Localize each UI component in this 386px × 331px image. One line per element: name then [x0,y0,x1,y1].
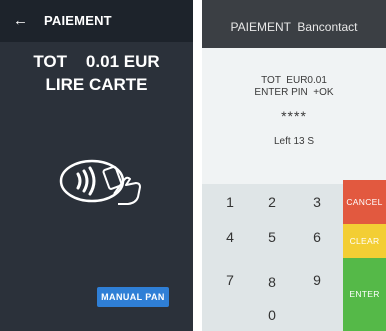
pin-total-amount: TOT EUR0.01 [261,75,327,86]
key-1[interactable]: 1 [210,190,250,214]
contactless-icon [59,159,141,205]
key-6[interactable]: 6 [297,225,337,249]
key-7[interactable]: 7 [210,268,250,292]
key-2[interactable]: 2 [252,190,292,214]
app-bar: ← PAIEMENT [0,0,193,42]
wave-3 [88,166,96,196]
manual-pan-button[interactable]: MANUAL PAN [97,287,169,307]
wave-2 [82,169,89,193]
pin-prompt: ENTER PIN +OK [254,87,334,98]
total-amount: TOT 0.01 EUR [33,52,160,71]
pin-entry-screen-right: PAIEMENT Bancontact TOT EUR0.01 ENTER PI… [202,0,386,331]
back-arrow-icon[interactable]: ← [13,11,28,31]
key-9[interactable]: 9 [297,268,337,292]
clear-button[interactable]: CLEAR [343,224,386,258]
cancel-button[interactable]: CANCEL [343,180,386,224]
enter-button[interactable]: ENTER [343,258,386,331]
time-left-indicator: Left 13 S [273,136,315,147]
key-4[interactable]: 4 [210,225,250,249]
pin-screen-title: PAIEMENT Bancontact [230,20,358,34]
key-5[interactable]: 5 [252,225,292,249]
app-bar-title: PAIEMENT [44,13,112,28]
key-8[interactable]: 8 [252,270,292,294]
read-card-instruction: LIRE CARTE [45,75,148,94]
key-0[interactable]: 0 [252,303,292,327]
key-3[interactable]: 3 [297,190,337,214]
pin-masked-field: **** [281,108,307,124]
wave-1 [76,172,82,190]
payment-screen-left: ← PAIEMENT TOT 0.01 EUR LIRE CARTE MANUA… [0,0,193,331]
